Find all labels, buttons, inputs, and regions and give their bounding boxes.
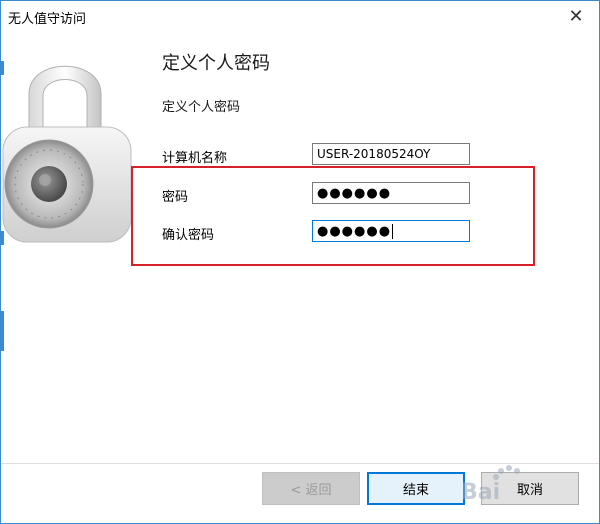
close-button[interactable]: ✕	[553, 1, 599, 31]
combination-padlock-icon	[2, 65, 132, 243]
finish-button[interactable]: 结束	[367, 472, 465, 505]
back-button[interactable]: < 返回	[262, 472, 360, 505]
dialog-window: 无人值守访问 ✕ 定义个人密码 定义个人密码 计算机名称 USER-201805…	[0, 0, 600, 524]
baidu-watermark-logo: Bai	[461, 465, 520, 505]
page-description: 定义个人密码	[162, 100, 241, 115]
watermark-text: Bai	[461, 480, 500, 505]
annotation-highlight-box	[131, 166, 535, 266]
page-title: 定义个人密码	[162, 53, 270, 74]
computer-name-label: 计算机名称	[162, 151, 228, 166]
title-bar: 无人值守访问 ✕	[1, 1, 599, 31]
window-title: 无人值守访问	[8, 12, 87, 27]
close-icon: ✕	[568, 5, 584, 27]
background-window-edge	[1, 311, 4, 351]
computer-name-field[interactable]: USER-20180524OY	[312, 143, 470, 165]
